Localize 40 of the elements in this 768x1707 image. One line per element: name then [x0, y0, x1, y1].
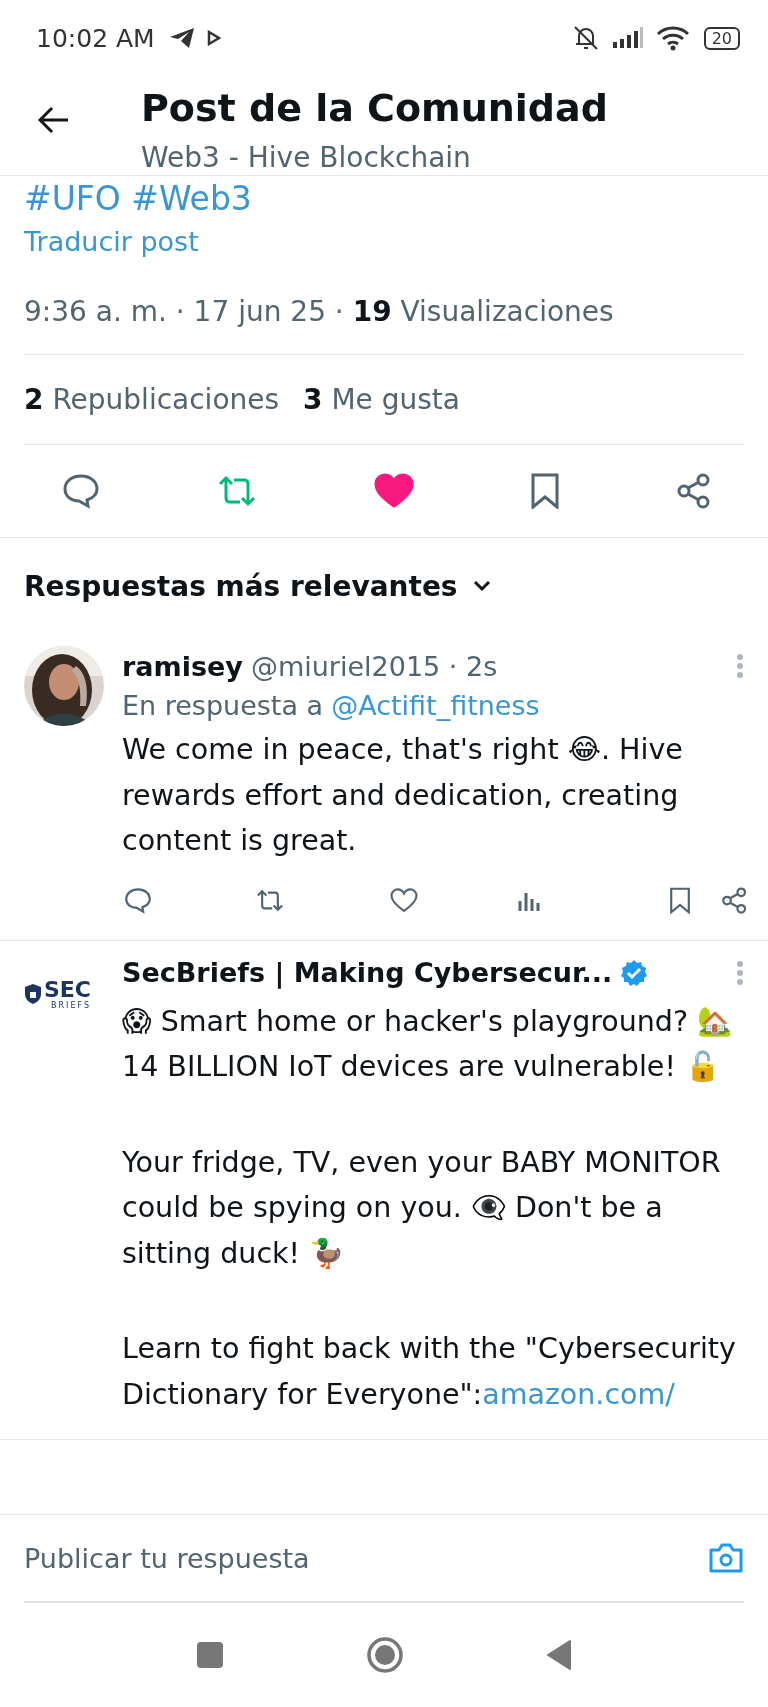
- post-stat[interactable]: 3 Me gusta: [303, 383, 460, 416]
- reply-text: We come in peace, that's right 😂. Hive rewards effort and dedication, creating content is great.: [122, 732, 684, 859]
- post-stat[interactable]: 2 Republicaciones: [24, 383, 280, 416]
- sort-dropdown[interactable]: Respuestas más relevantes: [24, 569, 458, 603]
- home-button-icon[interactable]: [366, 1636, 404, 1674]
- reply-context: En respuesta a: [122, 690, 324, 721]
- brand-logo[interactable]: SEC BRIEFS: [24, 978, 98, 1010]
- post-meta: 9:36 a. m. · 17 jun 25 · 19 Visualizaciones: [24, 295, 744, 355]
- share-icon[interactable]: [676, 473, 712, 509]
- repost-icon[interactable]: [255, 888, 285, 913]
- recents-button-icon[interactable]: [196, 1641, 224, 1669]
- reply-input-field[interactable]: Publicar tu respuesta: [24, 1542, 708, 1574]
- reply-item[interactable]: ramisey @miuriel2015 · 2s En respuesta a @Actifit_fitness We come in peace, that's right 😂. Hive rewards effort and dedication, creating content is great.: [0, 634, 768, 941]
- play-icon: [206, 30, 221, 46]
- reply-text: Your fridge, TV, even your BABY MONITOR could be spying on you. 👁‍🗨 Don't be a sitting duck! 🦆: [122, 1144, 722, 1272]
- reply-text: 😱 Smart home or hacker's playground? 🏡 14 BILLION IoT devices are vulnerable! 🔓: [122, 1003, 734, 1085]
- reply-text: Learn to fight back with the "Cybersecurity Dictionary for Everyone":amazon.com/: [122, 1331, 737, 1413]
- bookmark-icon[interactable]: [669, 887, 691, 914]
- status-time: 10:02 AM: [36, 23, 155, 53]
- author-name[interactable]: ramisey: [122, 650, 243, 682]
- share-icon[interactable]: [721, 887, 748, 914]
- signal-icon: [611, 27, 644, 49]
- heart-icon[interactable]: [374, 473, 414, 509]
- back-arrow-icon[interactable]: [38, 106, 70, 134]
- comment-icon[interactable]: [62, 473, 100, 509]
- bookmark-icon[interactable]: [530, 473, 560, 509]
- author-name[interactable]: SecBriefs | Making Cybersecur...: [122, 957, 613, 988]
- shield-icon: [24, 983, 42, 1005]
- camera-icon[interactable]: [708, 1542, 744, 1574]
- heart-icon[interactable]: [390, 888, 418, 913]
- back-button-icon[interactable]: [546, 1640, 572, 1670]
- battery-indicator: 20: [703, 26, 740, 50]
- community-name: Web3 - Hive Blockchain: [141, 140, 472, 175]
- wifi-icon: [655, 25, 690, 51]
- muted-bell-icon: [571, 24, 600, 52]
- page-title: Post de la Comunidad: [141, 85, 608, 132]
- author-handle: @miuriel2015 · 2s: [250, 650, 498, 682]
- chevron-down-icon[interactable]: [471, 579, 492, 593]
- comment-icon[interactable]: [124, 887, 152, 914]
- send-icon: [168, 27, 195, 49]
